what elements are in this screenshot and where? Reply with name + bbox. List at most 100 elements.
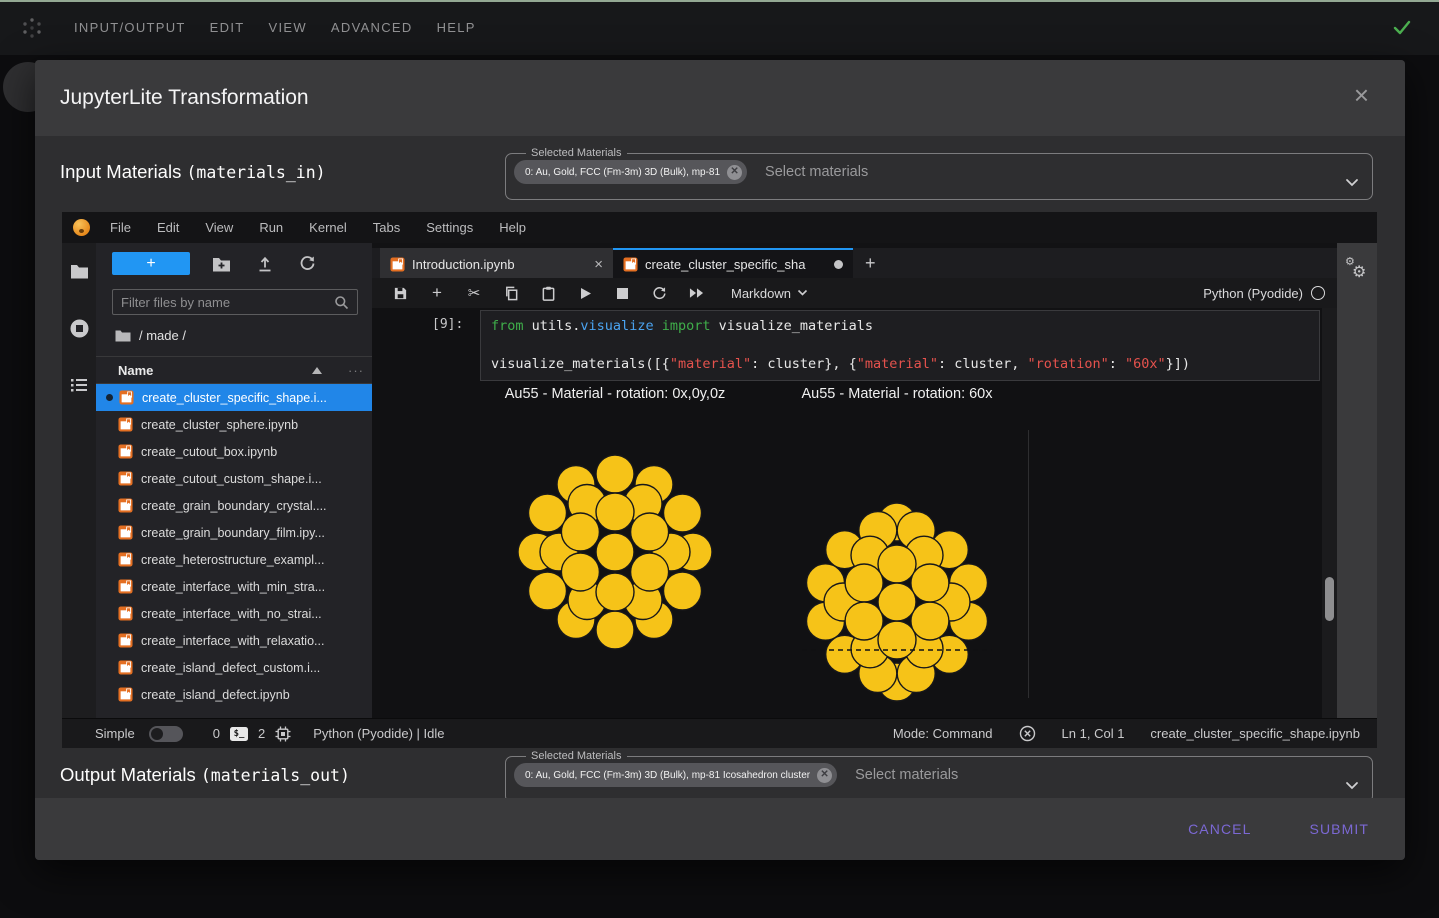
command-mode-indicator[interactable]: Mode: Command: [893, 726, 993, 741]
restart-kernel-icon[interactable]: [651, 285, 667, 301]
jupyter-menus: File Edit View Run Kernel Tabs Settings Help: [97, 220, 539, 235]
run-cell-icon[interactable]: [577, 285, 593, 301]
app-menu-item[interactable]: HELP: [437, 20, 476, 35]
jupyter-menu-item[interactable]: Settings: [413, 220, 486, 235]
active-file-name[interactable]: create_cluster_specific_shape.ipynb: [1150, 726, 1360, 741]
simple-mode-label: Simple: [95, 726, 135, 741]
name-column-header[interactable]: Name: [96, 363, 153, 378]
notebook-file-icon: [118, 687, 133, 702]
notebook-file-icon: [623, 256, 638, 272]
notebook-content[interactable]: [9]: from utils.visualize import visuali…: [372, 308, 1337, 718]
jupyter-menu-item[interactable]: Run: [246, 220, 296, 235]
notebook-tab-bar: Introduction.ipynb × create_cluster_specif…: [372, 248, 1337, 278]
jupyter-menu-item[interactable]: Tabs: [360, 220, 413, 235]
file-list-header[interactable]: Name ···: [96, 356, 372, 384]
more-options-icon[interactable]: ···: [348, 363, 364, 378]
chevron-down-icon[interactable]: [1345, 178, 1359, 188]
jupyter-menu-item[interactable]: Help: [486, 220, 539, 235]
dialog-close-icon[interactable]: ×: [1354, 82, 1369, 108]
cancel-button[interactable]: CANCEL: [1182, 820, 1257, 838]
file-row[interactable]: create_grain_boundary_film.ipy...: [96, 519, 372, 546]
trust-shield-icon[interactable]: [1019, 725, 1036, 742]
paste-cells-icon[interactable]: [540, 285, 556, 301]
add-tab-icon[interactable]: +: [853, 248, 888, 278]
jupyter-menu-item[interactable]: View: [192, 220, 246, 235]
new-launcher-button[interactable]: +: [112, 252, 190, 275]
app-menu-item[interactable]: INPUT/OUTPUT: [74, 20, 186, 35]
app-menu-item[interactable]: VIEW: [268, 20, 306, 35]
new-folder-icon[interactable]: [212, 256, 231, 272]
file-row[interactable]: create_heterostructure_exampl...: [96, 546, 372, 573]
folder-icon: [115, 330, 131, 342]
file-name: create_cluster_sphere.ipynb: [141, 417, 299, 432]
jupyter-menu-item[interactable]: Edit: [144, 220, 192, 235]
restart-run-all-icon[interactable]: [688, 285, 704, 301]
terminals-count[interactable]: 0: [213, 726, 220, 741]
copy-cells-icon[interactable]: [503, 285, 519, 301]
file-row[interactable]: create_interface_with_no_strai...: [96, 600, 372, 627]
jupyter-main: + Filter files by name / made / Name ···…: [62, 243, 1377, 718]
file-row[interactable]: create_island_defect.ipynb: [96, 681, 372, 708]
chip-remove-icon[interactable]: ✕: [817, 767, 833, 783]
file-row[interactable]: create_cutout_custom_shape.i...: [96, 465, 372, 492]
upload-icon[interactable]: [257, 255, 273, 272]
file-row[interactable]: create_cluster_specific_shape.i...: [96, 384, 372, 411]
close-tab-icon[interactable]: ×: [594, 256, 603, 273]
cut-cells-icon[interactable]: ✂: [466, 285, 482, 302]
notebook-tab[interactable]: Introduction.ipynb ×: [380, 248, 613, 278]
app-menu-item[interactable]: ADVANCED: [331, 20, 413, 35]
file-name: create_interface_with_relaxatio...: [141, 633, 325, 648]
insert-cell-icon[interactable]: +: [429, 283, 445, 302]
file-browser-icon[interactable]: [70, 263, 89, 280]
submit-button[interactable]: SUBMIT: [1304, 820, 1376, 838]
input-materials-select[interactable]: Selected Materials 0: Au, Gold, FCC (Fm-…: [505, 148, 1373, 200]
stop-kernel-icon[interactable]: [614, 285, 630, 301]
app-menu-item[interactable]: EDIT: [210, 20, 245, 35]
jupyter-menu-item[interactable]: Kernel: [296, 220, 360, 235]
app-top-bar: INPUT/OUTPUT EDIT VIEW ADVANCED HELP: [0, 0, 1439, 55]
file-row[interactable]: create_interface_with_relaxatio...: [96, 627, 372, 654]
kernel-status-text[interactable]: Python (Pyodide) | Idle: [313, 726, 444, 741]
file-name: create_heterostructure_exampl...: [141, 552, 325, 567]
notebook-tab[interactable]: create_cluster_specific_sha: [613, 248, 853, 278]
notebook-panel: Introduction.ipynb × create_cluster_specif…: [372, 243, 1337, 718]
file-browser-toolbar: +: [112, 252, 360, 275]
kernel-picker[interactable]: Python (Pyodide): [1203, 286, 1325, 301]
chevron-down-icon[interactable]: [1345, 781, 1359, 791]
save-icon[interactable]: [392, 285, 408, 301]
file-row[interactable]: create_island_defect_custom.i...: [96, 654, 372, 681]
tab-label: Introduction.ipynb: [412, 256, 515, 272]
code-cell[interactable]: from utils.visualize import visualize_ma…: [480, 310, 1320, 381]
file-filter-box[interactable]: [112, 289, 358, 315]
file-row[interactable]: create_grain_boundary_crystal....: [96, 492, 372, 519]
sort-ascending-icon[interactable]: [312, 366, 322, 374]
dialog-right-gutter: ⚙ ⚙: [1337, 243, 1377, 718]
breadcrumb[interactable]: / made /: [115, 328, 372, 343]
file-filter-input[interactable]: [121, 294, 334, 310]
simple-mode-toggle[interactable]: [148, 725, 183, 742]
refresh-icon[interactable]: [299, 255, 316, 272]
file-name: create_cutout_custom_shape.i...: [141, 471, 322, 486]
file-row[interactable]: create_interface_with_min_stra...: [96, 573, 372, 600]
jupyter-menu-item[interactable]: File: [97, 220, 144, 235]
cell-type-select[interactable]: Markdown: [731, 286, 808, 301]
running-sessions-icon[interactable]: [69, 318, 90, 339]
file-row[interactable]: create_cluster_sphere.ipynb: [96, 411, 372, 438]
input-material-chip[interactable]: 0: Au, Gold, FCC (Fm-3m) 3D (Bulk), mp-8…: [514, 160, 748, 184]
chip-remove-icon[interactable]: ✕: [727, 164, 743, 180]
kernels-count[interactable]: 2: [258, 726, 265, 741]
terminal-icon: $_: [229, 726, 248, 741]
output-caption: Au55 - Material - rotation: 60x: [801, 386, 993, 402]
cluster-visualization-left: [517, 454, 713, 650]
file-row[interactable]: create_cutout_box.ipynb: [96, 438, 372, 465]
output-materials-select[interactable]: Selected Materials 0: Au, Gold, FCC (Fm-…: [505, 751, 1373, 803]
app-logo-icon: [23, 18, 41, 38]
notebook-scrollbar[interactable]: [1322, 308, 1337, 718]
table-of-contents-icon[interactable]: [70, 377, 88, 393]
scrollbar-thumb[interactable]: [1325, 577, 1334, 621]
output-material-chip[interactable]: 0: Au, Gold, FCC (Fm-3m) 3D (Bulk), mp-8…: [514, 763, 838, 787]
kernel-status-icon: [1311, 286, 1325, 300]
notebook-file-icon: [118, 525, 133, 540]
settings-gears-icon[interactable]: ⚙ ⚙: [1344, 256, 1370, 283]
cursor-position[interactable]: Ln 1, Col 1: [1062, 726, 1125, 741]
